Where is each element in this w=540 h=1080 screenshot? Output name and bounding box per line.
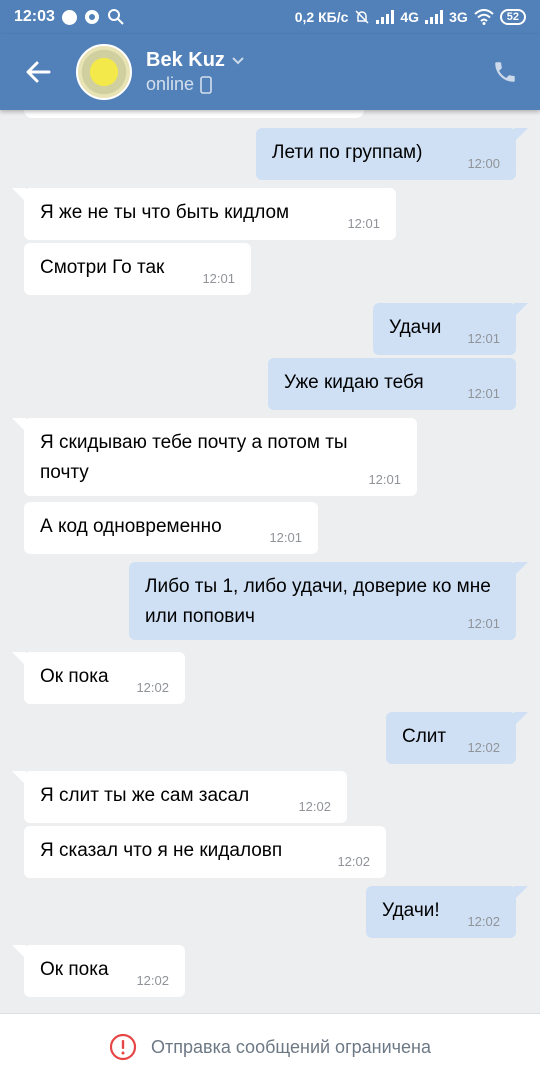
back-button[interactable] bbox=[0, 34, 76, 110]
notification-dot-icon bbox=[84, 10, 99, 24]
message-bubble[interactable]: Лети по группам) 12:00 bbox=[256, 128, 528, 180]
message-time: 12:01 bbox=[467, 331, 500, 346]
message-time: 12:02 bbox=[467, 740, 500, 755]
signal-icon-1 bbox=[376, 10, 395, 24]
call-button[interactable] bbox=[470, 34, 540, 110]
chevron-down-icon bbox=[232, 56, 244, 64]
message-bubble[interactable]: Ок пока 12:02 bbox=[12, 652, 185, 704]
signal-icon-2 bbox=[425, 10, 444, 24]
mobile-icon bbox=[200, 75, 212, 94]
message-bubble[interactable]: Смотри Го так 12:01 bbox=[24, 243, 251, 295]
messaging-restricted-bar: Отправка сообщений ограничена bbox=[0, 1013, 540, 1080]
message-text: Я слит ты же сам засал bbox=[40, 785, 250, 806]
message-bubble[interactable]: Либо ты 1, либо удачи, доверие ко мне ил… bbox=[129, 562, 528, 640]
message-text: Слит bbox=[402, 726, 447, 747]
message-text: Уже кидаю тебя bbox=[284, 372, 424, 393]
message-bubble[interactable]: Я слит ты же сам засал 12:02 bbox=[12, 771, 347, 823]
message-time: 12:02 bbox=[337, 854, 370, 869]
message-text: Я сказал что я не кидаловп bbox=[40, 840, 283, 861]
message-bubble[interactable]: Ок пока 12:02 bbox=[12, 945, 185, 997]
network-type-1: 4G bbox=[400, 9, 420, 25]
alarm-off-icon bbox=[355, 10, 369, 24]
network-type-2: 3G bbox=[449, 9, 468, 25]
message-time: 12:01 bbox=[368, 472, 401, 487]
message-time: 12:02 bbox=[136, 973, 169, 988]
alert-circle-icon bbox=[109, 1033, 137, 1061]
message-text: Лети по группам) bbox=[272, 142, 423, 163]
message-text: Либо ты 1, либо удачи, доверие ко мне ил… bbox=[145, 576, 491, 627]
network-speed: 0,2 КБ/с bbox=[294, 9, 349, 25]
message-time: 12:02 bbox=[136, 680, 169, 695]
search-icon bbox=[107, 9, 124, 25]
message-bubble[interactable]: Удачи! 12:02 bbox=[366, 886, 528, 938]
message-text: А код одновременно bbox=[40, 516, 222, 537]
message-time: 12:01 bbox=[467, 616, 500, 631]
avatar[interactable] bbox=[76, 44, 132, 100]
message-text: Удачи bbox=[389, 317, 442, 338]
message-time: 12:01 bbox=[347, 216, 380, 231]
message-text: Ок пока bbox=[40, 666, 109, 687]
message-bubble[interactable]: Уже кидаю тебя 12:01 bbox=[268, 358, 516, 410]
message-bubble[interactable]: Я сказал что я не кидаловп 12:02 bbox=[24, 826, 386, 878]
battery-indicator: 52 bbox=[499, 9, 526, 25]
message-bubble[interactable]: Я же не ты что быть кидлом 12:01 bbox=[12, 188, 396, 240]
message-text: Ок пока bbox=[40, 959, 109, 980]
message-text: Смотри Го так bbox=[40, 257, 165, 278]
restriction-notice: Отправка сообщений ограничена bbox=[151, 1036, 431, 1057]
message-bubble[interactable]: Слит 12:02 bbox=[386, 712, 528, 764]
message-time: 12:02 bbox=[467, 914, 500, 929]
chat-notification-icon bbox=[61, 9, 77, 25]
status-time: 12:03 bbox=[14, 8, 55, 25]
message-text: Я скидываю тебе почту а потом ты почту bbox=[40, 432, 348, 483]
chat-header: Bek Kuz online bbox=[0, 34, 540, 110]
contact-status: online bbox=[146, 74, 195, 94]
message-list[interactable]: Лети по группам) 12:00 Я же не ты что бы… bbox=[0, 110, 540, 1013]
phone-icon bbox=[495, 62, 515, 82]
message-text: Удачи! bbox=[382, 900, 440, 921]
message-time: 12:01 bbox=[202, 271, 235, 286]
message-time: 12:02 bbox=[298, 799, 331, 814]
contact-title[interactable]: Bek Kuz online bbox=[146, 49, 245, 95]
message-time: 12:01 bbox=[269, 530, 302, 545]
message-bubble[interactable]: Я скидываю тебе почту а потом ты почту 1… bbox=[12, 418, 417, 496]
wifi-icon bbox=[474, 9, 494, 25]
contact-name: Bek Kuz bbox=[146, 49, 225, 71]
arrow-left-icon bbox=[26, 61, 51, 83]
message-bubble[interactable]: Удачи 12:01 bbox=[373, 303, 528, 355]
message-time: 12:00 bbox=[467, 156, 500, 171]
message-time: 12:01 bbox=[467, 386, 500, 401]
status-bar: 12:03 0,2 КБ/с 4G 3G 52 bbox=[0, 0, 540, 34]
message-text: Я же не ты что быть кидлом bbox=[40, 202, 290, 223]
message-bubble[interactable]: А код одновременно 12:01 bbox=[24, 502, 318, 554]
previous-message-edge bbox=[24, 110, 364, 118]
